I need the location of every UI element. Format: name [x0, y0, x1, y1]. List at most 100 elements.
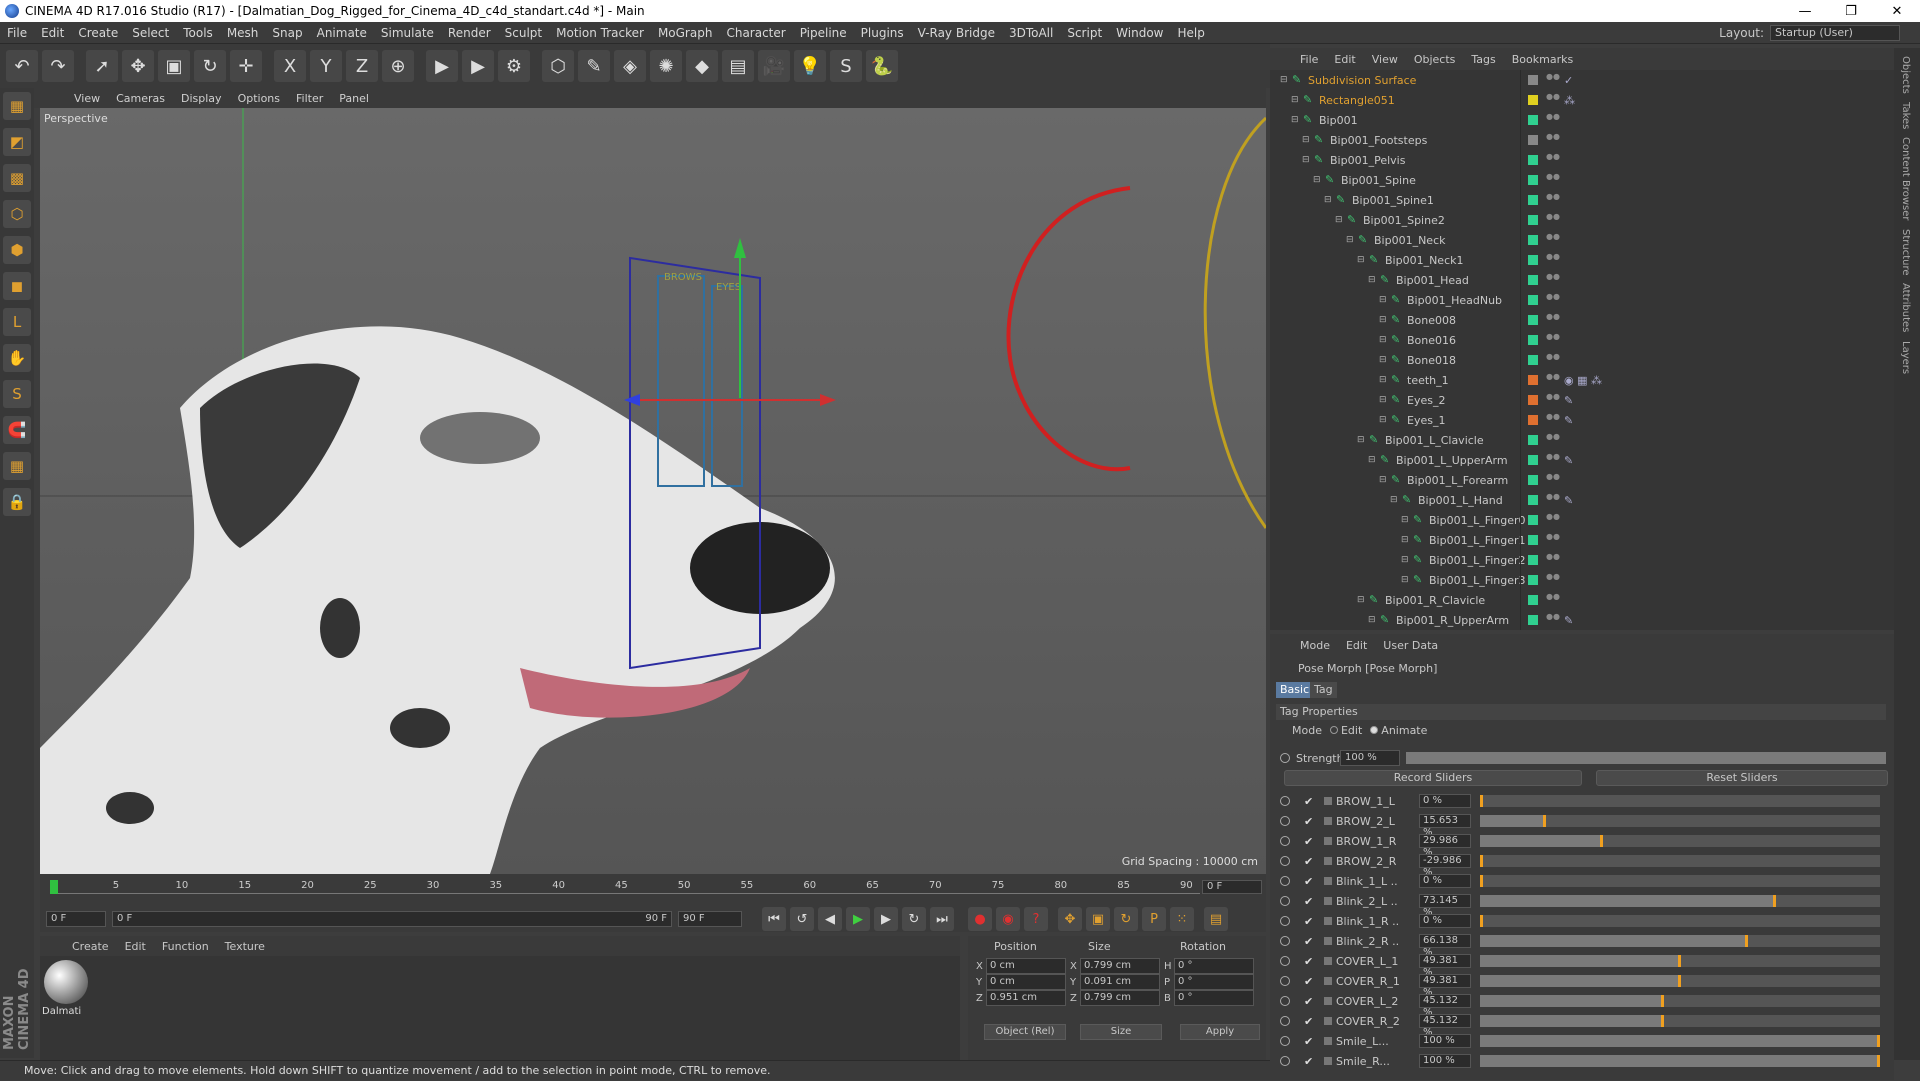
morph-anim-icon[interactable] — [1280, 1036, 1290, 1046]
object-menu-edit[interactable]: Edit — [1326, 53, 1363, 66]
object-tag-icon[interactable]: ⁂ — [1564, 94, 1575, 107]
object-tag-icon[interactable]: ✎ — [1564, 494, 1573, 507]
x-axis-icon[interactable]: X — [274, 50, 306, 82]
material-name[interactable]: Dalmati — [42, 1006, 81, 1017]
visibility-dots[interactable]: ●● — [1546, 293, 1560, 306]
object-row[interactable]: ⊟ ✎ Bone016 ●● — [1270, 330, 1880, 350]
coord-rot-field[interactable]: 0 ° — [1174, 958, 1254, 974]
gizmo-x-arrow[interactable] — [820, 394, 836, 406]
layer-color-swatch[interactable] — [1528, 95, 1538, 105]
viewport-menu-cameras[interactable]: Cameras — [108, 92, 173, 105]
visibility-dots[interactable]: ●● — [1546, 233, 1560, 246]
object-name[interactable]: Bip001_Head — [1396, 274, 1469, 287]
coord-size-field[interactable]: 0.799 cm — [1080, 958, 1160, 974]
object-tag-icon[interactable]: ✎ — [1564, 414, 1573, 427]
playhead[interactable] — [50, 880, 58, 894]
object-row[interactable]: ⊟ ✎ Bip001_R_Clavicle ●● — [1270, 590, 1880, 610]
morph-value-field[interactable]: 0 % — [1419, 874, 1471, 888]
object-name[interactable]: Bone016 — [1407, 334, 1456, 347]
object-tag-icon[interactable]: ✎ — [1564, 614, 1573, 627]
object-menu-file[interactable]: File — [1292, 53, 1326, 66]
morph-anim-icon[interactable] — [1280, 1056, 1290, 1066]
object-row[interactable]: ⊟ ✎ Bip001_L_Finger0 ●● — [1270, 510, 1880, 530]
menu-file[interactable]: File — [0, 26, 34, 40]
workplane-icon[interactable]: ▦ — [3, 452, 31, 480]
menu-create[interactable]: Create — [71, 26, 125, 40]
morph-slider-knob[interactable] — [1660, 1015, 1664, 1027]
redo-icon[interactable]: ↷ — [42, 50, 74, 82]
move-all-icon[interactable]: ✛ — [230, 50, 262, 82]
morph-enable-checkbox[interactable]: ✔ — [1304, 1035, 1313, 1048]
object-row[interactable]: ⊟ ✎ Bone008 ●● — [1270, 310, 1880, 330]
morph-slider[interactable] — [1480, 895, 1880, 907]
restore-button[interactable]: ❐ — [1828, 0, 1874, 22]
morph-enable-checkbox[interactable]: ✔ — [1304, 835, 1313, 848]
array-icon[interactable]: ✺ — [650, 50, 682, 82]
viewport-perspective[interactable]: BROWS EYES Perspective Grid Spacing : 10… — [40, 108, 1266, 874]
visibility-dots[interactable]: ●● — [1546, 593, 1560, 606]
edges-icon[interactable]: ⬢ — [3, 236, 31, 264]
layer-color-swatch[interactable] — [1528, 175, 1538, 185]
object-name[interactable]: Bip001_Spine1 — [1352, 194, 1434, 207]
coordinate-mode-select[interactable]: Object (Rel) — [984, 1024, 1066, 1040]
morph-value-field[interactable]: 66.138 % — [1419, 934, 1471, 958]
apply-button[interactable]: Apply — [1180, 1024, 1260, 1040]
morph-anim-icon[interactable] — [1280, 796, 1290, 806]
object-name[interactable]: Bip001_L_Finger3 — [1429, 574, 1526, 587]
next-key-icon[interactable]: ↻ — [902, 907, 926, 931]
morph-anim-icon[interactable] — [1280, 916, 1290, 926]
object-name[interactable]: Subdivision Surface — [1308, 74, 1416, 87]
morph-slider-knob[interactable] — [1480, 855, 1483, 867]
menu-motion-tracker[interactable]: Motion Tracker — [549, 26, 651, 40]
object-row[interactable]: ⊟ ✎ Bip001_Spine ●● — [1270, 170, 1880, 190]
morph-anim-icon[interactable] — [1280, 956, 1290, 966]
expand-icon[interactable]: ⊟ — [1313, 175, 1321, 185]
autokey-icon[interactable]: ◉ — [996, 907, 1020, 931]
morph-slider[interactable] — [1480, 995, 1880, 1007]
coord-size-field[interactable]: 0.799 cm — [1080, 990, 1160, 1006]
expand-icon[interactable]: ⊟ — [1379, 355, 1387, 365]
viewport-menu-options[interactable]: Options — [230, 92, 288, 105]
morph-slider[interactable] — [1480, 915, 1880, 927]
side-tab-objects[interactable]: Objects — [1900, 56, 1911, 94]
expand-icon[interactable]: ⊟ — [1368, 275, 1376, 285]
object-row[interactable]: ⊟ ✎ Bip001_L_Finger2 ●● — [1270, 550, 1880, 570]
object-name[interactable]: Eyes_2 — [1407, 394, 1445, 407]
object-name[interactable]: Bip001_Pelvis — [1330, 154, 1405, 167]
object-name[interactable]: Bip001_L_Finger1 — [1429, 534, 1526, 547]
preview-range-slider[interactable]: 0 F 90 F — [112, 911, 672, 927]
visibility-dots[interactable]: ●● — [1546, 213, 1560, 226]
morph-slider[interactable] — [1480, 935, 1880, 947]
visibility-dots[interactable]: ●● — [1546, 453, 1560, 466]
layer-color-swatch[interactable] — [1528, 395, 1538, 405]
pen-icon[interactable]: ✎ — [578, 50, 610, 82]
attribute-menu-edit[interactable]: Edit — [1338, 639, 1375, 652]
z-axis-icon[interactable]: Z — [346, 50, 378, 82]
menu-help[interactable]: Help — [1170, 26, 1211, 40]
object-row[interactable]: ⊟ ✎ Eyes_1 ●● ✎ — [1270, 410, 1880, 430]
move-icon[interactable]: ✥ — [122, 50, 154, 82]
layer-color-swatch[interactable] — [1528, 215, 1538, 225]
morph-value-field[interactable]: 73.145 % — [1419, 894, 1471, 918]
key-rotation-icon[interactable]: ↻ — [1114, 907, 1138, 931]
side-tab-attributes[interactable]: Attributes — [1900, 283, 1911, 332]
expand-icon[interactable]: ⊟ — [1357, 595, 1365, 605]
visibility-dots[interactable]: ●● — [1546, 133, 1560, 146]
menu-animate[interactable]: Animate — [310, 26, 374, 40]
morph-slider-knob[interactable] — [1772, 895, 1776, 907]
side-tab-layers[interactable]: Layers — [1900, 341, 1911, 374]
object-row[interactable]: ⊟ ✎ Bip001_L_Hand ●● ✎ — [1270, 490, 1880, 510]
object-name[interactable]: Eyes_1 — [1407, 414, 1445, 427]
expand-icon[interactable]: ⊟ — [1379, 415, 1387, 425]
render-settings-icon[interactable]: ⚙ — [498, 50, 530, 82]
morph-anim-icon[interactable] — [1280, 896, 1290, 906]
morph-anim-icon[interactable] — [1280, 1016, 1290, 1026]
object-row[interactable]: ⊟ ✎ Bip001_R_UpperArm ●● ✎ — [1270, 610, 1880, 630]
menu-v-ray-bridge[interactable]: V-Ray Bridge — [911, 26, 1002, 40]
object-row[interactable]: ⊟ ✎ Bip001_Spine1 ●● — [1270, 190, 1880, 210]
object-name[interactable]: Bone018 — [1407, 354, 1456, 367]
morph-slider[interactable] — [1480, 875, 1880, 887]
layer-color-swatch[interactable] — [1528, 235, 1538, 245]
texture-icon[interactable]: ◩ — [3, 128, 31, 156]
size-mode-select[interactable]: Size — [1080, 1024, 1162, 1040]
